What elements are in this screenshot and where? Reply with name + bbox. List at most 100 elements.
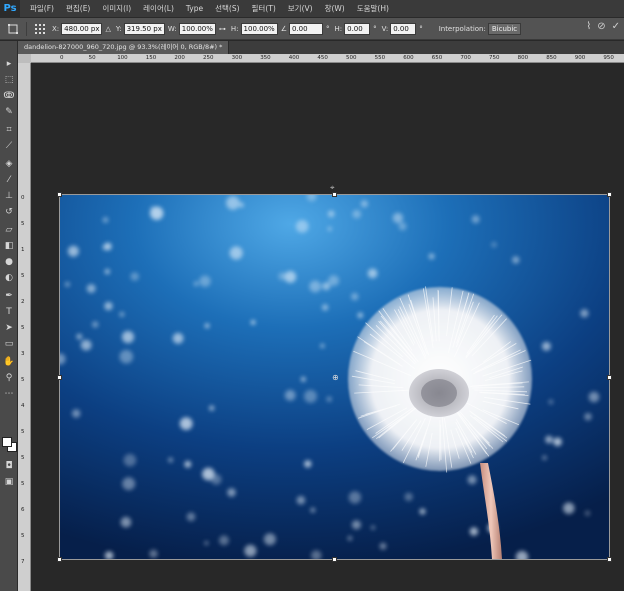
transform-bounding-box[interactable]: ⌖ ⊕ [57,183,612,562]
ruler-tick-label: 350 [260,55,271,61]
hand-icon[interactable]: ✋ [2,355,16,368]
link-icon[interactable]: ⊶ [219,25,226,33]
menu-bar: Ps 파일(F) 편집(E) 이미지(I) 레이어(L) Type 선택(S) … [0,0,624,18]
hskew-field[interactable]: 0.00 [344,22,371,35]
ruler-tick-label: 5 [21,533,25,539]
x-field[interactable]: 480.00 px [61,22,103,35]
ruler-tick-label: 5 [21,325,25,331]
gradient-icon[interactable]: ◧ [2,239,16,252]
handle-right[interactable] [607,375,612,380]
dodge-icon[interactable]: ◐ [2,271,16,284]
handle-bottom-right[interactable] [607,557,612,562]
quick-select-icon[interactable]: ✎ [2,105,16,118]
ruler-tick-label: 950 [603,55,614,61]
eyedropper-icon[interactable]: ⟋ [2,139,16,152]
rotate-icon[interactable]: ⌖ [330,183,335,193]
eraser-icon[interactable]: ▱ [2,223,16,236]
shape-icon[interactable]: ▭ [2,337,16,350]
menu-help[interactable]: 도움말(H) [351,3,395,14]
pen-icon[interactable]: ✒ [2,289,16,302]
brush-icon[interactable]: ⁄ [2,173,16,186]
handle-bottom-left[interactable] [57,557,62,562]
ruler-tick-label: 5 [21,429,25,435]
menu-image[interactable]: 이미지(I) [96,3,137,14]
ruler-corner[interactable] [18,54,31,63]
ruler-tick-label: 100 [117,55,128,61]
ruler-tick-label: 550 [374,55,386,61]
reference-point-marker-icon[interactable]: ⊕ [332,373,339,382]
foreground-color-swatch[interactable] [2,437,12,447]
ruler-tick-label: 900 [574,55,586,61]
stamp-icon[interactable]: ⊥ [2,189,16,202]
document-tab-bar: dandelion-827000_960_720.jpg @ 93.3%(레이어… [18,41,624,54]
horizontal-ruler[interactable]: 0 50 100 150 200 250 300 350 400 450 500 550 600 650 7… [31,54,624,63]
menu-layer[interactable]: 레이어(L) [137,3,180,14]
x-label: X: [52,24,60,33]
ruler-tick-label: 300 [231,55,243,61]
interpolation-select[interactable]: Bicubic [487,22,522,35]
reference-point-icon[interactable] [31,21,49,37]
ruler-tick-label: 850 [546,55,557,61]
type-icon[interactable]: T [2,305,16,318]
canvas-area[interactable]: ⌖ ⊕ [31,63,624,591]
menu-type[interactable]: Type [180,4,209,13]
menu-window[interactable]: 창(W) [319,3,351,14]
photoshop-logo: Ps [0,0,20,18]
move-icon[interactable]: ▸ [2,57,16,70]
angle-icon: ∠ [280,24,287,33]
ruler-tick-label: 5 [21,481,25,487]
marquee-icon[interactable]: ⬚ [2,73,16,86]
cancel-icon[interactable]: ⊘ [597,21,605,32]
path-select-icon[interactable]: ➤ [2,321,16,334]
menu-edit[interactable]: 편집(E) [60,3,96,14]
ruler-tick-label: 2 [21,299,25,305]
menu-view[interactable]: 보기(V) [282,3,319,14]
vskew-field[interactable]: 0.00 [390,22,417,35]
height-field[interactable]: 100.00% [240,22,278,35]
crop-icon[interactable]: ⌗ [2,123,16,136]
screen-mode-icon[interactable]: ▣ [2,475,16,488]
separator [26,21,27,36]
vertical-ruler[interactable]: 0 5 1 5 2 5 3 5 4 5 5 5 6 5 7 [18,63,31,591]
ruler-tick-label: 5 [21,273,25,279]
handle-left[interactable] [57,375,62,380]
transform-tool-icon[interactable] [4,21,22,37]
menu-select[interactable]: 선택(S) [209,3,245,14]
zoom-icon[interactable]: ⚲ [2,371,16,384]
ruler-tick-label: 5 [21,455,25,461]
menu-file[interactable]: 파일(F) [24,3,60,14]
hskew-label: H: [334,24,343,33]
ruler-tick-label: 1 [21,247,25,253]
ruler-tick-label: 0 [60,55,64,61]
menu-filter[interactable]: 필터(T) [246,3,282,14]
more-tools-icon[interactable]: ⋯ [2,387,16,400]
ruler-tick-label: 750 [489,55,500,61]
ruler-tick-label: 650 [431,55,443,61]
healing-icon[interactable]: ◈ [2,157,16,170]
handle-top-right[interactable] [607,192,612,197]
blur-icon[interactable]: ● [2,255,16,268]
width-field[interactable]: 100.00% [178,22,216,35]
commit-icon[interactable]: ✓ [612,21,620,32]
vskew-degree: ° [419,24,423,33]
quick-mask-icon[interactable]: ◘ [2,459,16,472]
ruler-tick-label: 200 [174,55,185,61]
angle-field[interactable]: 0.00 [288,22,323,35]
ruler-tick-label: 7 [21,559,25,565]
handle-bottom[interactable] [332,557,337,562]
angle-degree: ° [325,24,330,33]
ruler-tick-label: 50 [88,55,96,61]
lasso-icon[interactable]: ↂ [2,89,16,102]
document-tab[interactable]: dandelion-827000_960_720.jpg @ 93.3%(레이어… [18,41,230,54]
warp-icon[interactable]: ⌇ [586,21,591,32]
y-label: Y: [115,24,122,33]
history-brush-icon[interactable]: ↺ [2,205,16,218]
y-field[interactable]: 319.50 px [123,22,165,35]
ruler-tick-label: 250 [203,55,214,61]
vskew-label: V: [381,24,389,33]
ruler-tick-label: 500 [346,55,357,61]
ruler-tick-label: 400 [288,55,300,61]
interpolation-label: Interpolation: [438,24,486,33]
delta-icon: △ [105,24,111,33]
handle-top-left[interactable] [57,192,62,197]
